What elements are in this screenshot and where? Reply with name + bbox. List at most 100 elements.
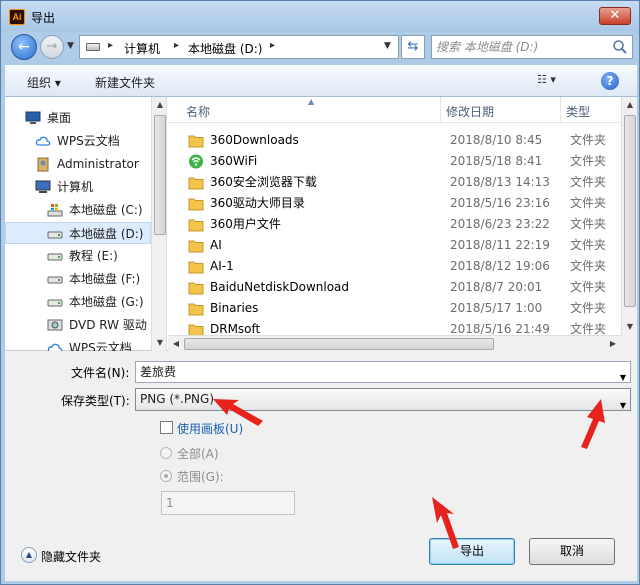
desktop-icon	[25, 111, 41, 124]
export-button[interactable]: 导出	[429, 538, 515, 565]
dvd-drive-icon	[47, 319, 63, 331]
chevron-down-icon[interactable]: ▼	[620, 368, 626, 388]
nav-item-drive-e[interactable]: 教程 (E:)	[5, 245, 151, 267]
drive-icon	[47, 231, 63, 239]
nav-item-label: 教程 (E:)	[69, 249, 118, 263]
address-box[interactable]: ▸ 计算机 ▸ 本地磁盘 (D:) ▸ ▼	[79, 35, 399, 59]
file-row[interactable]: Binaries 2018/5/17 1:00 文件夹	[168, 298, 621, 319]
nav-item-label: Administrator	[57, 157, 139, 171]
drive-icon	[47, 276, 63, 284]
file-row[interactable]: AI-1 2018/8/12 19:06 文件夹	[168, 256, 621, 277]
horizontal-scroll-thumb[interactable]	[184, 338, 494, 350]
nav-item-label: 本地磁盘 (C:)	[69, 203, 143, 217]
nav-item-dvd-drive[interactable]: DVD RW 驱动	[5, 314, 151, 336]
nav-item-label: DVD RW 驱动	[69, 318, 147, 332]
scroll-down-icon[interactable]: ▼	[622, 319, 637, 335]
browser-panes: 桌面 WPS云文档 Administrator 计算机 本地磁盘 (C:) 本地…	[5, 97, 637, 351]
file-row[interactable]: BaiduNetdiskDownload 2018/8/7 20:01 文件夹	[168, 277, 621, 298]
address-bar-row: ← → ▼ ▸ 计算机 ▸ 本地磁盘 (D:) ▸ ▼ ⇆	[5, 31, 637, 63]
nav-item-computer[interactable]: 计算机	[5, 176, 151, 198]
chevron-right-icon[interactable]: ▸	[270, 40, 275, 51]
search-icon	[613, 40, 627, 54]
back-button[interactable]: ←	[11, 34, 37, 60]
nav-item-drive-d[interactable]: 本地磁盘 (D:)	[5, 222, 151, 244]
nav-item-label: 本地磁盘 (D:)	[69, 227, 144, 241]
chevron-right-icon: ▸	[108, 40, 114, 51]
title-bar: Ai 导出 ✕	[1, 1, 639, 31]
forward-button[interactable]: →	[40, 35, 64, 59]
cancel-button[interactable]: 取消	[529, 538, 615, 565]
sort-ascending-icon: ▲	[308, 97, 315, 106]
user-icon	[37, 157, 49, 172]
view-options-button[interactable]: ☷ ▾	[537, 73, 577, 91]
new-folder-button[interactable]: 新建文件夹	[95, 74, 155, 91]
file-row[interactable]: 360Downloads 2018/8/10 8:45 文件夹	[168, 130, 621, 151]
window-title: 导出	[31, 11, 56, 25]
nav-item-wps-cloud[interactable]: WPS云文档	[5, 130, 151, 152]
scroll-up-icon[interactable]: ▲	[622, 97, 637, 113]
range-radio[interactable]	[160, 470, 172, 482]
search-box[interactable]	[431, 35, 633, 59]
column-date[interactable]: 修改日期	[446, 103, 494, 120]
folder-icon	[188, 240, 204, 253]
file-row[interactable]: 360用户文件 2018/6/23 23:22 文件夹	[168, 214, 621, 235]
save-options-panel: 文件名(N): 差旅费 ▼ 保存类型(T): PNG (*.PNG) ▼ 使用画…	[5, 351, 637, 581]
illustrator-app-icon: Ai	[9, 9, 25, 25]
range-radio-label: 范围(G):	[177, 470, 224, 484]
use-artboard-checkbox[interactable]	[160, 421, 173, 434]
nav-item-drive-g[interactable]: 本地磁盘 (G:)	[5, 291, 151, 313]
nav-item-wps-cloud-2[interactable]: WPS云文档	[5, 337, 151, 351]
file-row[interactable]: 360安全浏览器下载 2018/8/13 14:13 文件夹	[168, 172, 621, 193]
scroll-up-icon[interactable]: ▲	[152, 97, 166, 113]
nav-item-desktop[interactable]: 桌面	[5, 107, 151, 129]
chevron-down-icon[interactable]: ▼	[620, 395, 626, 416]
scroll-corner	[621, 335, 637, 351]
command-toolbar: 组织 ▾ 新建文件夹 ☷ ▾ ?	[5, 65, 637, 97]
all-radio-label: 全部(A)	[177, 447, 219, 461]
nav-scroll-thumb[interactable]	[154, 115, 166, 235]
arrow-right-icon: →	[46, 39, 58, 54]
nav-item-label: WPS云文档	[69, 341, 132, 351]
close-icon: ✕	[609, 8, 621, 23]
file-row[interactable]: 360驱动大师目录 2018/5/16 23:16 文件夹	[168, 193, 621, 214]
close-button[interactable]: ✕	[599, 7, 631, 25]
organize-button[interactable]: 组织 ▾	[27, 74, 61, 91]
nav-item-drive-c[interactable]: 本地磁盘 (C:)	[5, 199, 151, 221]
breadcrumb-computer[interactable]: 计算机	[124, 40, 160, 57]
file-scroll-thumb[interactable]	[624, 115, 636, 307]
column-divider[interactable]	[560, 97, 561, 123]
scroll-down-icon[interactable]: ▼	[152, 335, 166, 351]
filename-value: 差旅费	[140, 365, 177, 379]
nav-scrollbar[interactable]: ▲ ▼	[151, 97, 166, 351]
folder-icon	[188, 177, 204, 190]
horizontal-scrollbar[interactable]: ◀ ▶	[168, 335, 621, 351]
chevron-up-icon[interactable]: ▲	[21, 547, 37, 563]
file-row[interactable]: 360WiFi 2018/5/18 8:41 文件夹	[168, 151, 621, 172]
history-dropdown-button[interactable]: ▼	[67, 41, 74, 51]
column-header-row: ▲ 名称 修改日期 类型	[168, 97, 621, 123]
file-row[interactable]: AI 2018/8/11 22:19 文件夹	[168, 235, 621, 256]
use-artboard-label[interactable]: 使用画板(U)	[177, 420, 243, 437]
file-scrollbar[interactable]: ▲ ▼	[621, 97, 637, 335]
search-input[interactable]	[436, 38, 606, 56]
scroll-left-icon[interactable]: ◀	[168, 336, 184, 351]
hide-folders-toggle[interactable]: 隐藏文件夹	[41, 548, 101, 565]
drive-icon	[47, 299, 63, 307]
all-radio[interactable]	[160, 447, 172, 459]
address-dropdown-button[interactable]: ▼	[384, 41, 391, 51]
help-icon[interactable]: ?	[601, 72, 619, 90]
breadcrumb-drive-d[interactable]: 本地磁盘 (D:)	[188, 40, 262, 57]
chevron-right-icon[interactable]: ▸	[174, 40, 179, 51]
file-list-pane: ▲ 名称 修改日期 类型 360Downloads 2018/8/10 8:45…	[168, 97, 637, 351]
refresh-button[interactable]: ⇆	[401, 35, 425, 59]
column-name[interactable]: 名称	[186, 103, 210, 120]
filename-field[interactable]: 差旅费 ▼	[135, 361, 631, 383]
nav-item-administrator[interactable]: Administrator	[5, 153, 151, 175]
range-field[interactable]: 1	[161, 491, 295, 515]
scroll-right-icon[interactable]: ▶	[605, 336, 621, 351]
filetype-select[interactable]: PNG (*.PNG) ▼	[135, 388, 631, 411]
nav-item-drive-f[interactable]: 本地磁盘 (F:)	[5, 268, 151, 290]
filetype-label: 保存类型(T):	[61, 394, 130, 408]
column-type[interactable]: 类型	[566, 103, 590, 120]
column-divider[interactable]	[440, 97, 441, 123]
